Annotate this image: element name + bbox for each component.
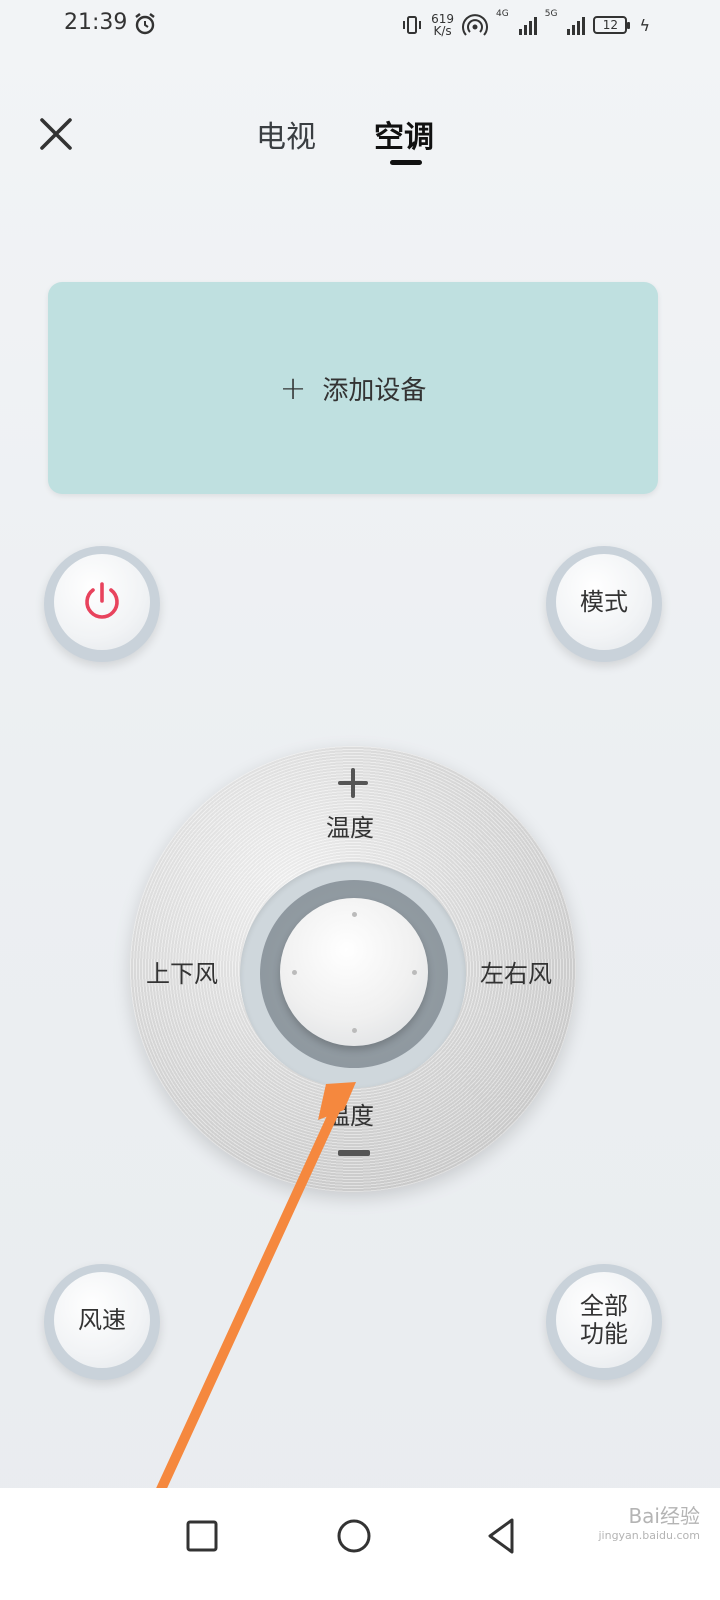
knob-dot (352, 912, 357, 917)
vertical-swing-button[interactable]: 上下风 (146, 954, 218, 989)
temperature-down-label: 温度 (326, 1102, 374, 1130)
horizontal-swing-button[interactable]: 左右风 (480, 954, 552, 989)
knob-dot (292, 970, 297, 975)
active-tab-indicator (390, 160, 422, 165)
knob-dot (412, 970, 417, 975)
knob-dot (352, 1028, 357, 1033)
temperature-down-icon[interactable] (338, 1150, 370, 1156)
hotspot-icon (462, 14, 489, 36)
status-time: 21:39 (64, 10, 128, 35)
wind-speed-label: 风速 (54, 1272, 150, 1368)
status-bar: 21:39 619 K/s 4G 5G 12 ϟ (0, 0, 720, 50)
power-button[interactable] (44, 546, 160, 662)
watermark-brand: Bai经验 (628, 1504, 700, 1528)
power-button-face (54, 554, 150, 650)
add-device-card[interactable]: + 添加设备 (48, 282, 658, 494)
tab-tv[interactable]: 电视 (256, 112, 316, 156)
battery-icon: 12 (593, 16, 631, 34)
network-speed: 619 K/s (431, 13, 454, 37)
wind-speed-button[interactable]: 风速 (44, 1264, 160, 1380)
tab-bar: 电视 空调 (0, 112, 720, 172)
mode-button[interactable]: 模式 (546, 546, 662, 662)
temperature-dial[interactable]: 温度 上下风 左右风 温度 (130, 746, 576, 1192)
tab-air-conditioner[interactable]: 空调 (374, 112, 434, 156)
recent-apps-icon[interactable] (180, 1514, 224, 1558)
dial-inner-ring (260, 880, 448, 1068)
all-functions-button[interactable]: 全部 功能 (546, 1264, 662, 1380)
watermark-url: jingyan.baidu.com (598, 1529, 700, 1542)
signal-strength-icon (518, 15, 537, 35)
temperature-up-icon[interactable] (336, 766, 370, 800)
alarm-icon (135, 13, 155, 35)
dial-outer-ring (240, 862, 466, 1088)
watermark-logo: Bai经验 jingyan.baidu.com (598, 1500, 700, 1542)
network-speed-unit: K/s (433, 24, 452, 38)
all-functions-face: 全部 功能 (556, 1272, 652, 1368)
signal-strength-icon-2 (567, 15, 586, 35)
back-icon[interactable] (480, 1514, 524, 1558)
network-5g-label: 5G (544, 9, 558, 19)
center-knob[interactable] (280, 898, 428, 1046)
battery-level: 12 (602, 18, 619, 32)
vibrate-icon (403, 16, 422, 34)
charging-icon: ϟ (639, 15, 650, 35)
home-icon[interactable] (332, 1514, 376, 1558)
plus-icon: + (279, 369, 307, 407)
add-device-label: 添加设备 (322, 375, 427, 406)
mode-button-label: 模式 (556, 554, 652, 650)
all-functions-label-line2: 功能 (580, 1320, 628, 1348)
power-icon (85, 582, 119, 619)
network-4g-label: 4G (496, 9, 509, 19)
temperature-up-label: 温度 (326, 814, 374, 842)
status-indicators: 619 K/s 4G 5G 12 ϟ (401, 10, 650, 40)
all-functions-label-line1: 全部 (580, 1292, 628, 1320)
